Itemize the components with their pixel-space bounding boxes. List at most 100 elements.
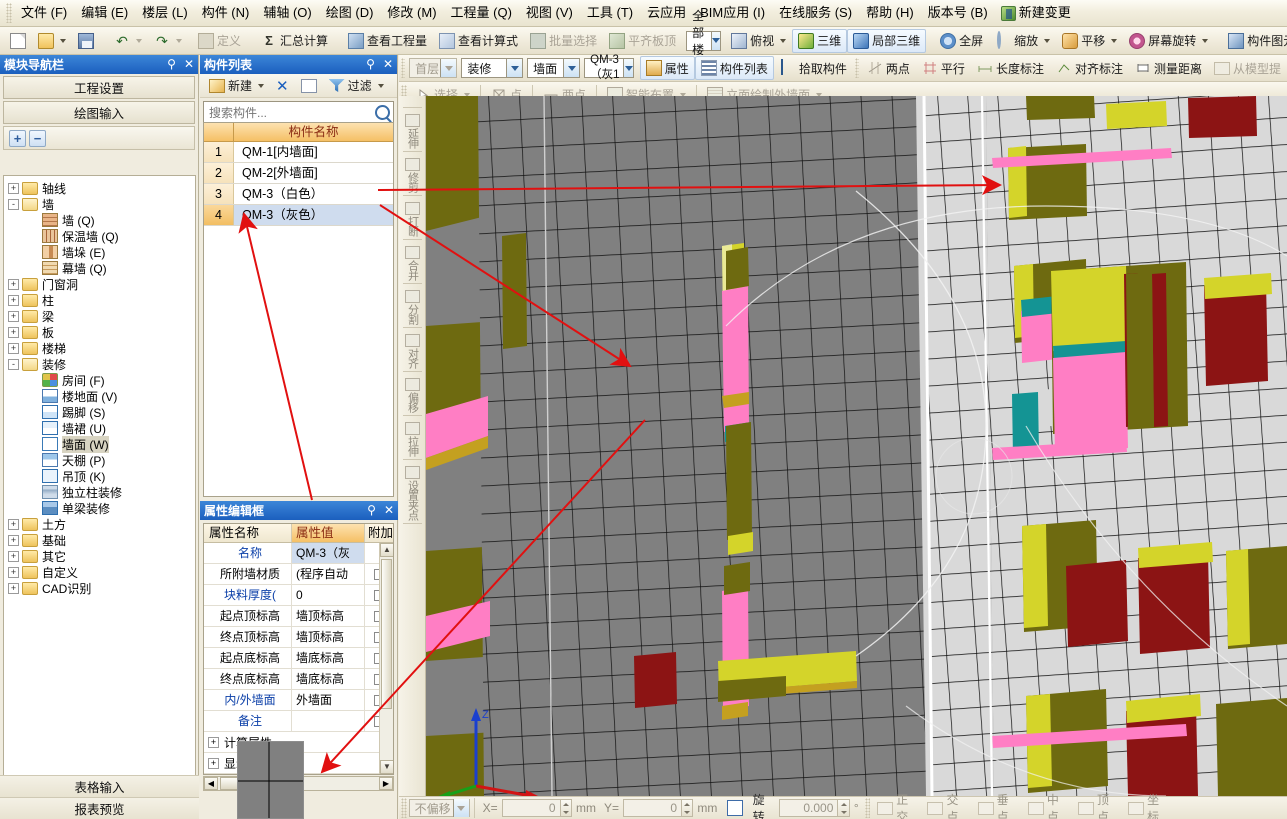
property-row-6[interactable]: 终点底标高 墙底标高 (204, 669, 393, 690)
tree-item-9[interactable]: + 板 (8, 324, 195, 340)
scroll-left-icon[interactable]: ◀ (204, 777, 218, 790)
tree-item-21[interactable]: + 土方 (8, 516, 195, 532)
tree-expander-icon[interactable]: + (8, 278, 19, 290)
menu-edit[interactable]: 编辑 (E) (74, 1, 135, 25)
menu-auxaxis[interactable]: 辅轴 (O) (256, 1, 318, 25)
pan-button[interactable]: 平移 (1056, 29, 1123, 53)
tree-item-4[interactable]: 墙垛 (E) (8, 244, 195, 260)
vtool-break-icon[interactable]: 打断 (399, 199, 426, 236)
y-spinner[interactable] (682, 799, 694, 817)
rotate-input[interactable]: 0.000 (779, 799, 839, 817)
three-d-button[interactable]: 三维 (792, 28, 848, 53)
tree-expander-icon[interactable]: + (8, 182, 19, 194)
tree-expander-icon[interactable]: + (8, 550, 19, 562)
measure-distance-button[interactable]: 测量距离 (1129, 56, 1208, 80)
pin-icon[interactable]: ⚲ (362, 55, 379, 74)
local-3d-button[interactable]: 局部三维 (847, 28, 927, 53)
tree-item-19[interactable]: 独立柱装修 (8, 484, 195, 500)
menu-online-service[interactable]: 在线服务 (S) (772, 1, 859, 25)
expand-all-button[interactable]: + (9, 129, 26, 147)
search-icon[interactable] (375, 105, 390, 120)
tree-expander-icon[interactable]: + (8, 582, 19, 594)
x-input[interactable]: 0 (501, 799, 561, 817)
scroll-right-icon[interactable]: ▶ (379, 777, 393, 790)
vtool-trim-icon[interactable]: 修剪 (399, 155, 426, 192)
vtool-align-icon[interactable]: 对齐 (399, 331, 426, 368)
tree-item-2[interactable]: 墙 (Q) (8, 212, 195, 228)
menu-floor[interactable]: 楼层 (L) (135, 1, 195, 25)
floor-combo[interactable]: 首层 (409, 58, 458, 78)
property-value-cell[interactable]: 外墙面 (292, 690, 365, 710)
scroll-down-icon[interactable]: ▼ (380, 760, 393, 774)
chevron-down-icon[interactable] (506, 59, 523, 77)
tree-item-23[interactable]: + 其它 (8, 548, 195, 564)
tree-item-12[interactable]: 房间 (F) (8, 372, 195, 388)
scroll-up-icon[interactable]: ▲ (380, 543, 393, 557)
menu-quantity[interactable]: 工程量 (Q) (444, 1, 519, 25)
menu-version[interactable]: 版本号 (B) (921, 1, 995, 25)
component-list-button[interactable]: 构件列表 (694, 56, 774, 80)
tree-expander-icon[interactable]: + (8, 342, 19, 354)
vtool-set-grip-icon[interactable]: 设置夹点 (399, 463, 426, 520)
tree-expander-icon[interactable]: + (8, 534, 19, 546)
tree-item-20[interactable]: 单梁装修 (8, 500, 195, 516)
tree-item-24[interactable]: + 自定义 (8, 564, 195, 580)
rotate-spinner[interactable] (838, 799, 850, 817)
property-value-cell[interactable] (292, 711, 365, 731)
chevron-down-icon[interactable] (623, 59, 633, 77)
tree-expander-icon[interactable]: - (8, 198, 19, 210)
snap-intersection-icon[interactable]: 交点 (922, 791, 972, 819)
align-dimension-button[interactable]: 对齐标注 (1050, 56, 1129, 80)
tree-item-17[interactable]: 天棚 (P) (8, 452, 195, 468)
property-row-5[interactable]: 起点底标高 墙底标高 (204, 648, 393, 669)
filter-button[interactable]: 过滤 (325, 74, 388, 98)
redo-button[interactable]: ↷ (148, 29, 188, 53)
property-value-cell[interactable]: 墙底标高 (292, 648, 365, 668)
offset-combo[interactable]: 不偏移 (408, 799, 470, 817)
vtool-offset-icon[interactable]: 偏移 (399, 375, 426, 412)
undo-button[interactable]: ↶ (108, 29, 148, 53)
zoom-button[interactable]: 缩放 (989, 29, 1056, 53)
batch-select-button[interactable]: 批量选择 (524, 29, 603, 53)
snap-orthogonal-icon[interactable]: 正交 (872, 791, 922, 819)
vtool-stretch-icon[interactable]: 拉伸 (399, 419, 426, 456)
menu-tools[interactable]: 工具 (T) (580, 1, 640, 25)
property-value-cell[interactable]: QM-3（灰 (292, 543, 365, 563)
property-row-4[interactable]: 终点顶标高 墙顶标高 (204, 627, 393, 648)
view-formula-button[interactable]: 查看计算式 (433, 29, 524, 53)
tree-item-15[interactable]: 墙裙 (U) (8, 420, 195, 436)
menu-component[interactable]: 构件 (N) (195, 1, 257, 25)
tree-item-0[interactable]: + 轴线 (8, 180, 195, 196)
new-file-button[interactable] (4, 29, 32, 53)
parallel-measure-button[interactable]: 平行 (916, 56, 971, 80)
close-icon[interactable]: ✕ (180, 55, 198, 74)
component-display-button[interactable]: 构件图元显 (1222, 29, 1287, 53)
component-combo[interactable]: QM-3（灰1 (584, 54, 634, 81)
component-tree[interactable]: + 轴线 - 墙墙 (Q) 保温墙 (Q) 墙垛 (E) 幕墙 (Q) + 门窗洞 + 柱 + 梁 + 板 +… (3, 175, 196, 819)
tree-expander-icon[interactable]: + (8, 566, 19, 578)
tree-item-14[interactable]: 踢脚 (S) (8, 404, 195, 420)
component-row-4[interactable]: 4 QM-3（灰色） (204, 205, 393, 226)
floor-selector-combo[interactable]: 全部楼层 (686, 9, 722, 74)
chevron-down-icon[interactable] (440, 59, 457, 77)
property-row-0[interactable]: 名称 QM-3（灰 (204, 543, 393, 564)
menu-modify[interactable]: 修改 (M) (380, 1, 443, 25)
property-row-8[interactable]: 备注 (204, 711, 393, 732)
tree-item-1[interactable]: -墙 (8, 196, 195, 212)
vtool-split-icon[interactable]: 分割 (399, 287, 426, 324)
extract-from-model-button[interactable]: 从模型提 (1208, 56, 1287, 80)
menu-draw[interactable]: 绘图 (D) (319, 1, 381, 25)
pin-icon[interactable]: ⚲ (363, 501, 380, 520)
open-file-button[interactable] (32, 29, 72, 53)
menu-new-change[interactable]: 新建变更 (995, 1, 1078, 25)
chevron-down-icon[interactable] (563, 59, 580, 77)
menu-cloud[interactable]: 云应用 (640, 1, 693, 25)
group-expander-icon[interactable]: + (208, 736, 219, 748)
property-row-7[interactable]: 内/外墙面 外墙面 (204, 690, 393, 711)
property-value-cell[interactable]: 0 (292, 585, 365, 605)
tree-item-8[interactable]: + 梁 (8, 308, 195, 324)
close-icon[interactable]: ✕ (380, 501, 398, 520)
top-view-button[interactable]: 俯视 (725, 29, 792, 53)
tree-item-3[interactable]: 保温墙 (Q) (8, 228, 195, 244)
delete-component-button[interactable]: ✕ (272, 74, 293, 98)
